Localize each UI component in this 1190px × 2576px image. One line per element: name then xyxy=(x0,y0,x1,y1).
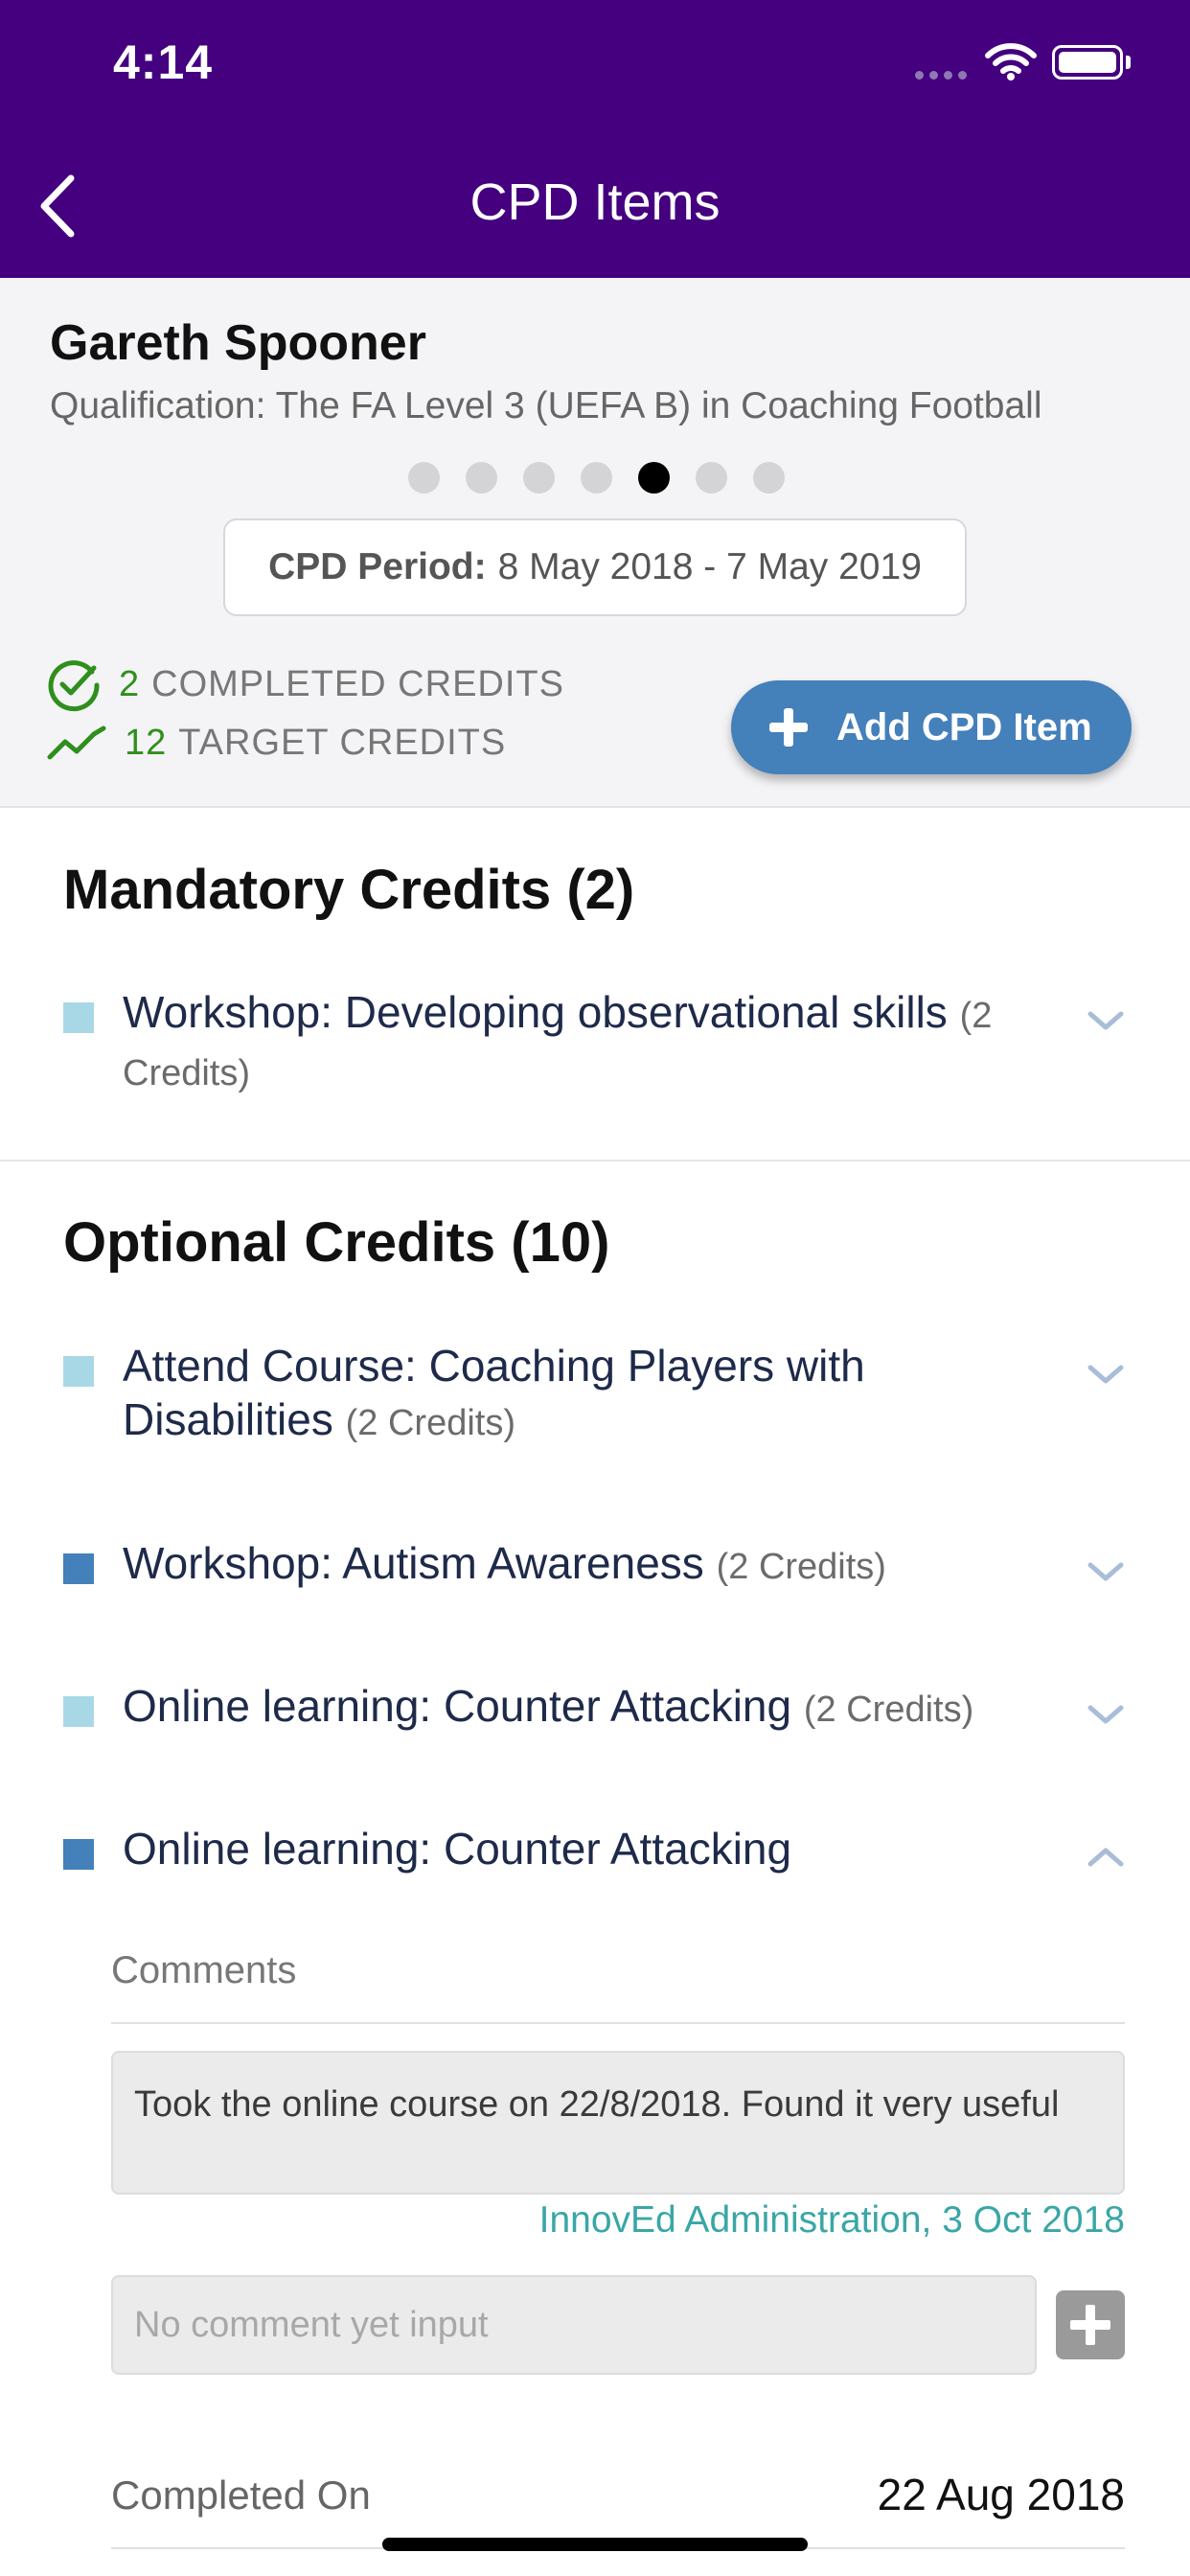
page-dot[interactable] xyxy=(581,462,612,494)
cpd-period-label: CPD Period: xyxy=(268,546,487,587)
mandatory-credits-title: Mandatory Credits (2) xyxy=(63,859,635,921)
add-comment-button[interactable] xyxy=(1056,2290,1125,2359)
user-name: Gareth Spooner xyxy=(50,315,426,371)
cpd-item-label: Workshop: Autism Awareness xyxy=(123,1538,704,1588)
cpd-item-credits: (2 Credits) xyxy=(803,1690,974,1730)
battery-icon xyxy=(1052,45,1123,80)
target-credits-label: TARGET CREDITS xyxy=(178,723,507,763)
chevron-down-icon[interactable] xyxy=(1085,1006,1127,1035)
section-divider xyxy=(0,1160,1190,1162)
page-dot[interactable] xyxy=(696,462,727,494)
plus-icon xyxy=(1070,2305,1110,2345)
credit-marker xyxy=(63,1002,94,1033)
trending-up-icon xyxy=(47,725,106,759)
cpd-list-item[interactable]: Attend Course: Coaching Players with Dis… xyxy=(63,1339,1127,1450)
comments-label: Comments xyxy=(111,1949,297,1991)
chevron-down-icon[interactable] xyxy=(1085,1360,1127,1389)
chevron-up-icon[interactable] xyxy=(1085,1843,1127,1872)
comment-bubble: Took the online course on 22/8/2018. Fou… xyxy=(111,2051,1125,2195)
wifi-icon xyxy=(985,43,1037,80)
completed-credits-count: 2 xyxy=(119,663,141,704)
completed-on-label: Completed On xyxy=(111,2472,371,2518)
target-credits: 12 TARGET CREDITS xyxy=(46,723,506,764)
target-credits-count: 12 xyxy=(125,723,168,763)
cpd-list-item[interactable]: Online learning: Counter Attacking (2 Cr… xyxy=(63,1679,1127,1736)
credit-marker xyxy=(63,1696,94,1727)
credit-marker xyxy=(63,1839,94,1870)
comment-author-date: InnovEd Administration, 3 Oct 2018 xyxy=(538,2199,1125,2241)
cpd-list-item-expanded[interactable]: Online learning: Counter Attacking xyxy=(63,1822,1127,1879)
top-bar: 4:14 CPD Items xyxy=(0,0,1190,278)
page-title: CPD Items xyxy=(469,173,721,231)
check-circle-icon xyxy=(48,660,100,712)
plus-icon xyxy=(767,706,810,748)
profile-header: Gareth Spooner Qualification: The FA Lev… xyxy=(0,278,1190,808)
cpd-item-label: Online learning: Counter Attacking xyxy=(123,1824,792,1874)
cpd-item-label: Online learning: Counter Attacking xyxy=(123,1681,792,1731)
page-dot[interactable] xyxy=(523,462,555,494)
completed-credits-label: COMPLETED CREDITS xyxy=(151,663,564,704)
page-dot[interactable] xyxy=(466,462,497,494)
page-dot[interactable] xyxy=(408,462,440,494)
cpd-list-item[interactable]: Workshop: Autism Awareness (2 Credits) xyxy=(63,1536,1127,1594)
page-dot-active[interactable] xyxy=(638,462,670,494)
cpd-item-credits: (2 Credits) xyxy=(345,1403,516,1443)
qualification-text: Qualification: The FA Level 3 (UEFA B) i… xyxy=(50,385,1042,426)
cpd-item-label: Workshop: Developing observational skill… xyxy=(123,987,948,1037)
completed-on-value: 22 Aug 2018 xyxy=(877,2470,1125,2519)
completed-credits: 2 COMPLETED CREDITS xyxy=(46,656,564,712)
cellular-signal-icon xyxy=(915,71,967,80)
cpd-period-value: 8 May 2018 - 7 May 2019 xyxy=(497,546,922,587)
page-indicator[interactable] xyxy=(408,462,785,494)
credit-marker xyxy=(63,1553,94,1584)
add-cpd-item-button[interactable]: Add CPD Item xyxy=(731,680,1132,774)
cpd-item-credits: (2 Credits) xyxy=(716,1547,886,1587)
cpd-period-box: CPD Period: 8 May 2018 - 7 May 2019 xyxy=(223,518,967,616)
optional-credits-title: Optional Credits (10) xyxy=(63,1211,610,1274)
page-dot[interactable] xyxy=(753,462,785,494)
comment-input[interactable] xyxy=(111,2275,1037,2375)
status-time: 4:14 xyxy=(113,35,214,89)
credit-marker xyxy=(63,1356,94,1387)
cpd-list-item[interactable]: Workshop: Developing observational skill… xyxy=(63,985,1127,1100)
chevron-down-icon[interactable] xyxy=(1085,1700,1127,1729)
divider xyxy=(111,2022,1125,2024)
home-indicator[interactable] xyxy=(382,2538,808,2551)
chevron-down-icon[interactable] xyxy=(1085,1557,1127,1586)
add-cpd-item-label: Add CPD Item xyxy=(836,705,1092,748)
